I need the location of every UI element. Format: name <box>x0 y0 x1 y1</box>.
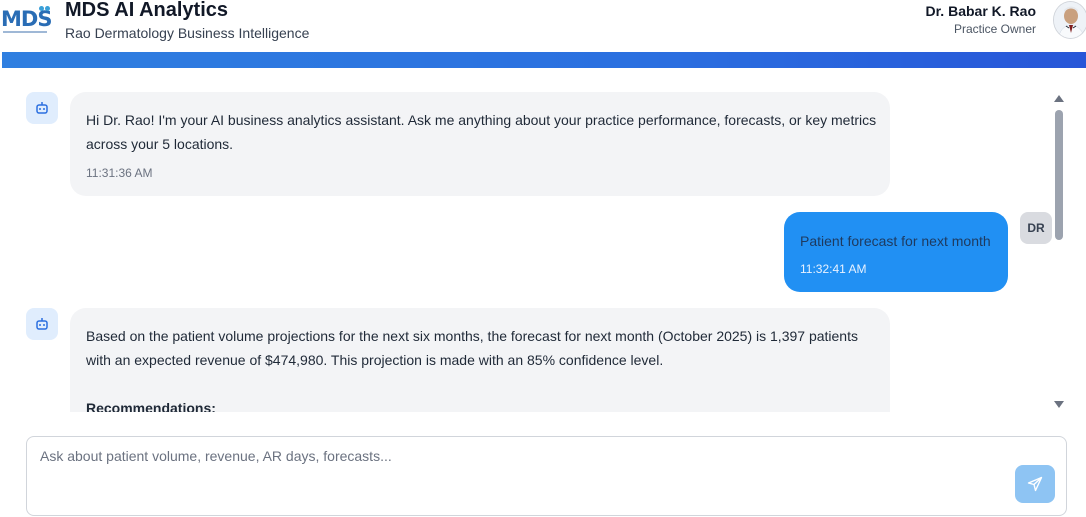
message-time: 11:32:41 AM <box>800 262 867 276</box>
bot-icon <box>26 308 58 340</box>
bot-icon <box>26 92 58 124</box>
user-name: Dr. Babar K. Rao <box>925 3 1036 19</box>
scroll-up-arrow-icon[interactable] <box>1054 95 1064 102</box>
user-message: Patient forecast for next month 11:32:41… <box>784 212 1008 292</box>
avatar-portrait-icon <box>1054 2 1086 38</box>
assistant-message: Hi Dr. Rao! I'm your AI business analyti… <box>70 92 890 196</box>
app-title: MDS AI Analytics <box>65 0 228 21</box>
chat-messages[interactable]: Hi Dr. Rao! I'm your AI business analyti… <box>0 68 1086 412</box>
chat-input[interactable] <box>40 448 1000 464</box>
app-subtitle: Rao Dermatology Business Intelligence <box>65 25 310 41</box>
logo-underline <box>3 31 47 33</box>
message-time: 11:31:36 AM <box>86 166 153 180</box>
app-header: MDS MDS AI Analytics Rao Dermatology Bus… <box>0 0 1086 52</box>
user-avatar[interactable] <box>1053 1 1086 39</box>
recommendations-heading: Recommendations: <box>86 400 216 412</box>
send-icon <box>1027 476 1043 492</box>
message-text: Based on the patient volume projections … <box>86 328 858 368</box>
assistant-message: Based on the patient volume projections … <box>70 308 890 412</box>
logo-dot <box>39 6 44 11</box>
scroll-down-arrow-icon[interactable] <box>1054 401 1064 408</box>
header-accent-bar <box>2 52 1086 68</box>
send-button[interactable] <box>1015 465 1055 503</box>
message-text: Hi Dr. Rao! I'm your AI business analyti… <box>86 112 877 152</box>
user-role: Practice Owner <box>953 22 1036 36</box>
logo-text: MDS <box>1 7 52 31</box>
user-badge: DR <box>1020 212 1052 244</box>
chat-input-box <box>26 436 1067 516</box>
scrollbar-thumb[interactable] <box>1055 110 1063 240</box>
mds-logo: MDS <box>1 6 52 34</box>
logo-dot <box>45 6 50 11</box>
message-text: Patient forecast for next month <box>800 233 991 249</box>
